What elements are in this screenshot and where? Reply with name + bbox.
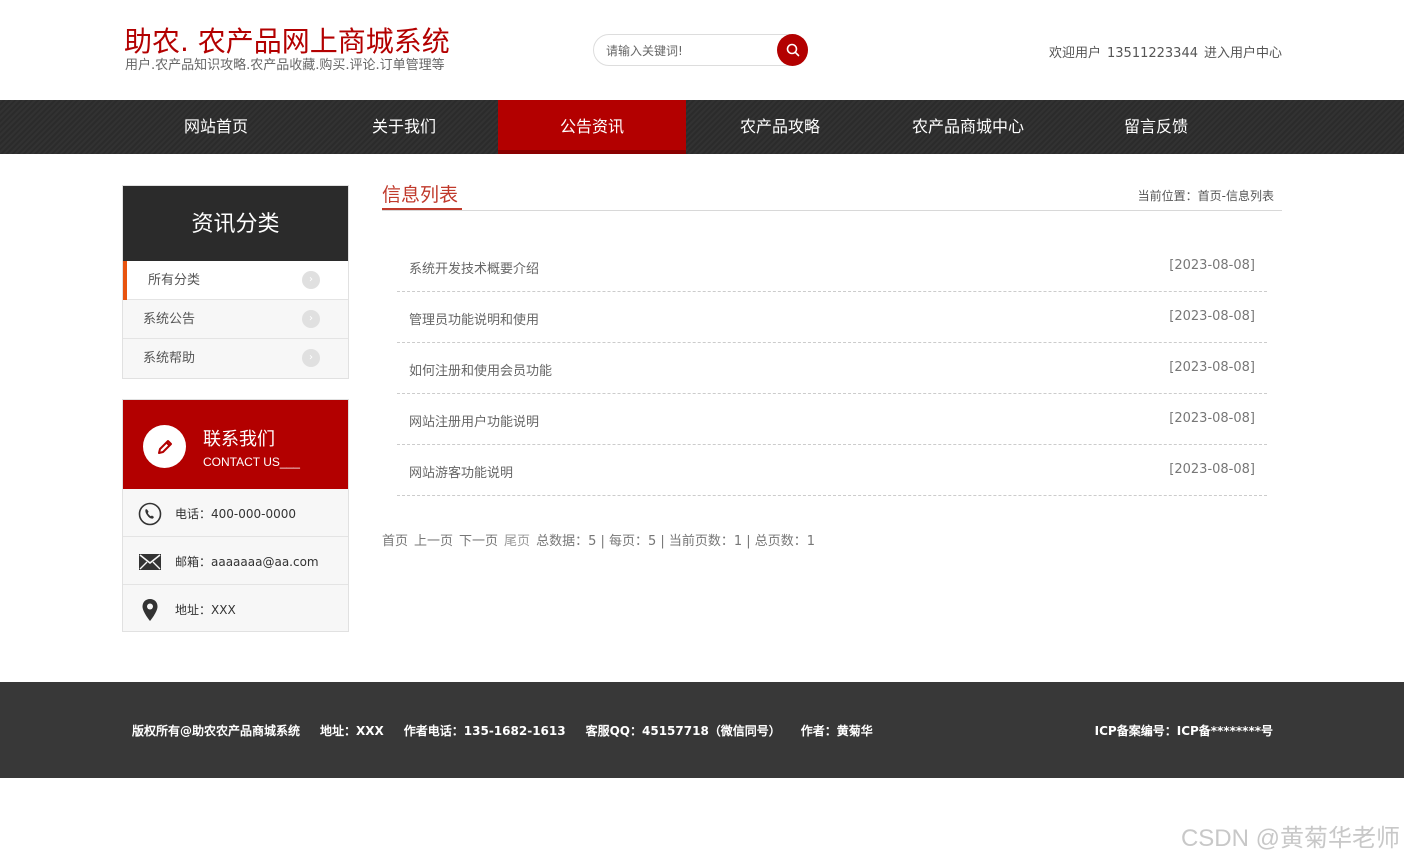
- footer-author-phone: 作者电话：135-1682-1613: [403, 724, 566, 738]
- chevron-right-icon: ›: [302, 310, 320, 328]
- breadcrumb: 当前位置：首页-信息列表: [1137, 189, 1274, 203]
- contact-panel: 联系我们 CONTACT US___ 电话：400-000-0000 邮箱：aa…: [122, 399, 349, 632]
- footer-copyright: 版权所有@助农农产品商城系统: [132, 724, 301, 738]
- welcome-text: 欢迎用户: [1048, 46, 1101, 61]
- phone-icon: [137, 502, 163, 526]
- category-label: 系统帮助: [143, 351, 196, 366]
- news-item[interactable]: 系统开发技术概要介绍 [2023-08-08]: [397, 241, 1267, 292]
- pagination: 首页 上一页 下一页 尾页 总数据：5 | 每页：5 | 当前页数：1 | 总页数：1: [382, 530, 815, 549]
- news-date: [2023-08-08]: [1169, 411, 1255, 426]
- user-center-link[interactable]: 进入用户中心: [1204, 46, 1282, 61]
- pagination-info: 总数据：5 | 每页：5 | 当前页数：1 | 总页数：1: [536, 534, 816, 549]
- contact-address-row: 地址：XXX: [123, 585, 348, 633]
- news-item[interactable]: 管理员功能说明和使用 [2023-08-08]: [397, 292, 1267, 343]
- news-title[interactable]: 如何注册和使用会员功能: [409, 360, 552, 379]
- news-date: [2023-08-08]: [1169, 309, 1255, 324]
- footer-qq: 客服QQ：45157718（微信同号）: [585, 724, 781, 738]
- site-subtitle: 用户.农产品知识攻略.农产品收藏.购买.评论.订单管理等: [125, 58, 445, 73]
- first-page-link[interactable]: 首页: [382, 534, 408, 549]
- contact-email-row: 邮箱：aaaaaaa@aa.com: [123, 537, 348, 585]
- news-list: 系统开发技术概要介绍 [2023-08-08] 管理员功能说明和使用 [2023…: [397, 241, 1267, 496]
- nav-item-feedback[interactable]: 留言反馈: [1062, 100, 1250, 154]
- category-title: 资讯分类: [123, 186, 348, 261]
- category-label: 所有分类: [148, 273, 201, 288]
- contact-header: 联系我们 CONTACT US___: [123, 400, 348, 489]
- section-title: 信息列表: [382, 184, 459, 206]
- news-title[interactable]: 管理员功能说明和使用: [409, 309, 539, 328]
- section-divider: [382, 210, 1282, 211]
- nav-item-about[interactable]: 关于我们: [310, 100, 498, 154]
- location-pin-icon: [137, 598, 163, 622]
- news-date: [2023-08-08]: [1169, 462, 1255, 477]
- prev-page-link[interactable]: 上一页: [414, 534, 453, 549]
- search-button[interactable]: [777, 34, 808, 66]
- news-item[interactable]: 如何注册和使用会员功能 [2023-08-08]: [397, 343, 1267, 394]
- footer-address: 地址：XXX: [320, 724, 384, 738]
- contact-title: 联系我们: [203, 429, 275, 450]
- contact-email: 邮箱：aaaaaaa@aa.com: [175, 555, 319, 569]
- footer-icp: ICP备案编号：ICP备********号: [1094, 724, 1273, 738]
- mail-icon: [137, 550, 163, 574]
- footer-author: 作者：黄菊华: [800, 724, 873, 738]
- user-area: 欢迎用户 13511223344 进入用户中心: [1043, 42, 1282, 61]
- news-date: [2023-08-08]: [1169, 258, 1255, 273]
- category-item-announcement[interactable]: 系统公告 ›: [123, 300, 348, 339]
- category-item-all[interactable]: 所有分类 ›: [123, 261, 348, 300]
- contact-phone: 电话：400-000-0000: [175, 507, 297, 521]
- nav-item-mall[interactable]: 农产品商城中心: [874, 100, 1062, 154]
- watermark: CSDN @黄菊华老师: [1180, 825, 1400, 852]
- search-box: [593, 34, 808, 66]
- footer-info: 版权所有@助农农产品商城系统 地址：XXX 作者电话：135-1682-1613 客服…: [132, 722, 893, 739]
- news-title[interactable]: 网站注册用户功能说明: [409, 411, 539, 430]
- category-item-help[interactable]: 系统帮助 ›: [123, 339, 348, 378]
- news-item[interactable]: 网站游客功能说明 [2023-08-08]: [397, 445, 1267, 496]
- nav-item-guides[interactable]: 农产品攻略: [686, 100, 874, 154]
- search-icon: [786, 43, 799, 57]
- pencil-icon: [143, 425, 186, 468]
- contact-address: 地址：XXX: [175, 603, 236, 617]
- news-item[interactable]: 网站注册用户功能说明 [2023-08-08]: [397, 394, 1267, 445]
- main-nav: 网站首页 关于我们 公告资讯 农产品攻略 农产品商城中心 留言反馈: [0, 100, 1404, 154]
- site-footer: 版权所有@助农农产品商城系统 地址：XXX 作者电话：135-1682-1613 客服…: [0, 682, 1404, 778]
- category-label: 系统公告: [143, 312, 196, 327]
- site-header: 助农. 农产品网上商城系统 用户.农产品知识攻略.农产品收藏.购买.评论.订单管…: [0, 0, 1404, 100]
- last-page-link[interactable]: 尾页: [504, 534, 530, 549]
- nav-item-home[interactable]: 网站首页: [122, 100, 310, 154]
- category-panel: 资讯分类 所有分类 › 系统公告 › 系统帮助 ›: [122, 185, 349, 379]
- contact-subtitle: CONTACT US___: [203, 455, 300, 469]
- news-date: [2023-08-08]: [1169, 360, 1255, 375]
- next-page-link[interactable]: 下一页: [459, 534, 498, 549]
- news-title[interactable]: 网站游客功能说明: [409, 462, 513, 481]
- username: 13511223344: [1107, 46, 1198, 61]
- contact-phone-row: 电话：400-000-0000: [123, 489, 348, 537]
- chevron-right-icon: ›: [302, 271, 320, 289]
- search-input[interactable]: [606, 41, 771, 61]
- news-title[interactable]: 系统开发技术概要介绍: [409, 258, 539, 277]
- nav-item-news[interactable]: 公告资讯: [498, 100, 686, 154]
- chevron-right-icon: ›: [302, 349, 320, 367]
